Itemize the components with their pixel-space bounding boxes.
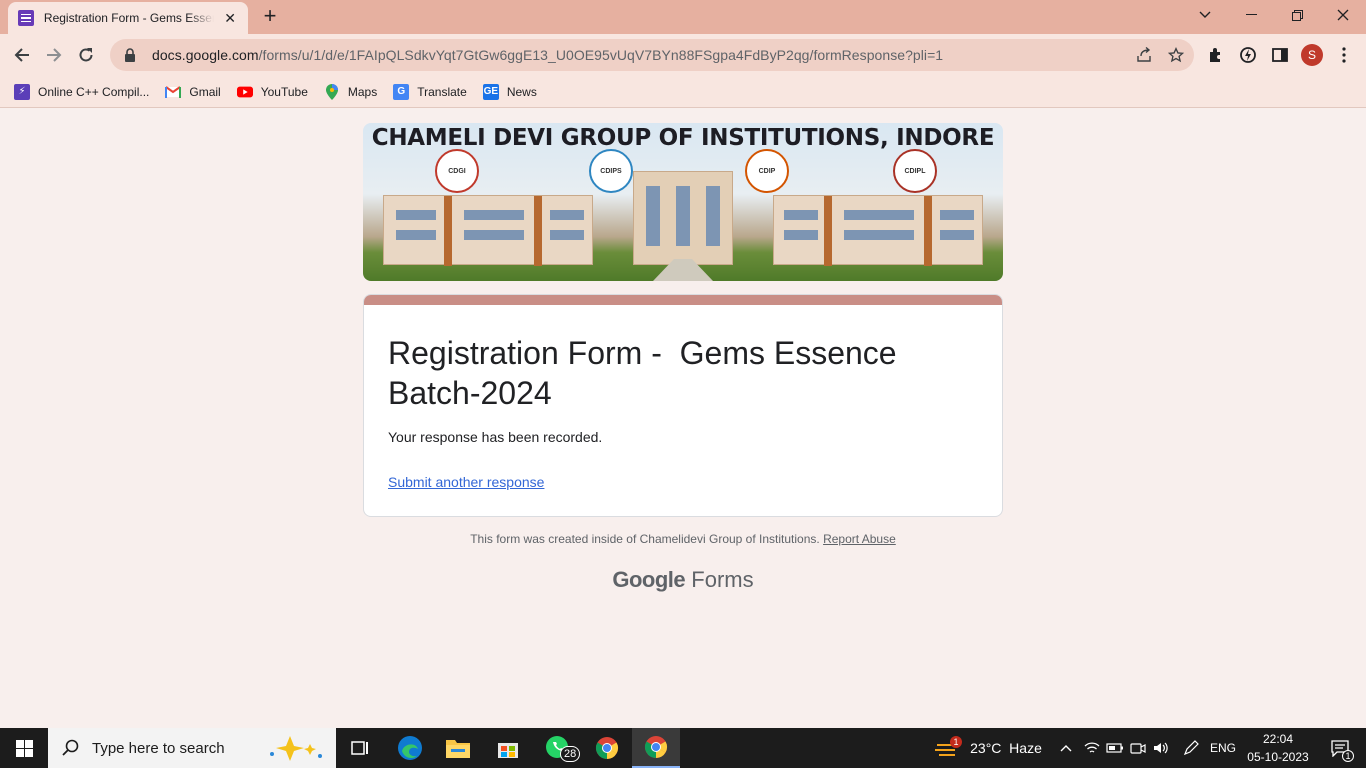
bookmark-translate[interactable]: G Translate <box>393 80 467 104</box>
youtube-icon <box>236 84 253 100</box>
bookmarks-bar: ⚡ Online C++ Compil... Gmail YouTube Map… <box>0 76 1366 108</box>
cdip-logo-icon: CDIP <box>745 149 789 193</box>
file-explorer-icon[interactable] <box>434 728 482 768</box>
footer-text: This form was created inside of Chamelid… <box>470 532 820 546</box>
taskbar-search-box[interactable]: Type here to search <box>48 728 336 768</box>
gmail-icon <box>165 84 182 100</box>
reload-button[interactable] <box>72 41 100 69</box>
bookmark-label: News <box>506 84 537 99</box>
clock-date: 05-10-2023 <box>1247 750 1309 764</box>
chrome-icon[interactable] <box>583 728 631 768</box>
extensions-icon[interactable] <box>1204 43 1228 67</box>
report-abuse-link[interactable]: Report Abuse <box>823 532 896 546</box>
clock-time: 22:04 <box>1262 732 1294 746</box>
url-text[interactable]: docs.google.com/forms/u/1/d/e/1FAIpQLSdk… <box>152 47 943 63</box>
bookmark-news[interactable]: GE News <box>482 80 537 104</box>
banner-title: CHAMELI DEVI GROUP OF INSTITUTIONS, INDO… <box>371 125 995 151</box>
restore-button[interactable] <box>1274 0 1320 30</box>
lock-icon[interactable] <box>122 47 138 63</box>
translate-icon: G <box>393 83 410 100</box>
browser-titlebar: Registration Form - Gems Essence Batch-2… <box>0 0 1366 34</box>
search-highlight-icon <box>266 734 326 762</box>
bookmark-label: Online C++ Compil... <box>38 84 150 99</box>
brand-google: Google <box>612 567 686 592</box>
bookmark-maps[interactable]: Maps <box>324 80 377 104</box>
notifications-icon[interactable]: 1 <box>1320 728 1360 768</box>
url-host: docs.google.com <box>152 47 259 63</box>
notification-badge: 1 <box>1342 750 1354 762</box>
header-banner-image: CDGI CDIPS CDIP CDIPL CHAMELI DEVI GROUP… <box>363 123 1003 281</box>
profile-avatar[interactable]: S <box>1301 44 1323 66</box>
bookmark-label: Translate <box>417 84 467 99</box>
bookmark-label: YouTube <box>260 84 308 99</box>
tab-search-icon[interactable] <box>1182 0 1228 30</box>
url-path: /forms/u/1/d/e/1FAIpQLSdkvYqt7GtGw6ggE13… <box>258 47 944 63</box>
back-button[interactable] <box>8 41 36 69</box>
weather-text[interactable]: 23°C Haze <box>966 728 1046 768</box>
menu-kebab-icon[interactable] <box>1332 43 1356 67</box>
wifi-icon[interactable] <box>1082 728 1102 768</box>
form-title: Registration Form - Gems Essence Batch-2… <box>388 335 906 411</box>
cdips-logo-icon: CDIPS <box>589 149 633 193</box>
windows-logo-icon <box>15 739 33 757</box>
minimize-button[interactable] <box>1228 0 1274 30</box>
bookmark-label: Maps <box>347 84 378 99</box>
brand-forms: Forms <box>691 567 754 592</box>
language-indicator[interactable]: ENG <box>1208 728 1238 768</box>
system-clock[interactable]: 22:04 05-10-2023 <box>1240 730 1316 766</box>
battery-icon[interactable] <box>1105 728 1125 768</box>
share-icon[interactable] <box>1134 45 1154 65</box>
google-forms-logo[interactable]: Google Forms <box>363 567 1003 593</box>
cdipl-logo-icon: CDIPL <box>893 149 937 193</box>
maps-icon <box>324 83 340 100</box>
building-center <box>633 171 733 265</box>
search-icon <box>62 739 80 757</box>
form-footer: This form was created inside of Chamelid… <box>363 532 1003 546</box>
google-forms-icon <box>18 10 34 26</box>
tab-close-icon[interactable]: ✕ <box>222 10 238 27</box>
building-right <box>773 195 983 266</box>
whatsapp-icon[interactable]: 28 <box>534 728 582 768</box>
building-left <box>383 195 593 266</box>
active-tab[interactable]: Registration Form - Gems Essence Batch-2… <box>8 2 248 34</box>
bookmark-star-icon[interactable] <box>1166 45 1186 65</box>
card-accent-bar <box>364 295 1002 305</box>
show-hidden-icons[interactable] <box>1056 728 1076 768</box>
browser-toolbar: docs.google.com/forms/u/1/d/e/1FAIpQLSdk… <box>0 34 1366 76</box>
close-window-button[interactable] <box>1320 0 1366 30</box>
cdgi-logo-icon: CDGI <box>435 149 479 193</box>
tab-title: Registration Form - Gems Essence Batch-2… <box>43 11 214 25</box>
side-panel-icon[interactable] <box>1268 43 1292 67</box>
address-bar[interactable]: docs.google.com/forms/u/1/d/e/1FAIpQLSdk… <box>110 39 1194 71</box>
response-card: Registration Form - Gems Essence Batch-2… <box>363 294 1003 517</box>
performance-icon[interactable] <box>1236 43 1260 67</box>
whatsapp-badge: 28 <box>560 746 581 762</box>
edge-icon[interactable] <box>386 728 434 768</box>
pen-icon[interactable] <box>1180 728 1202 768</box>
volume-icon[interactable] <box>1151 728 1171 768</box>
bookmark-online-cpp[interactable]: ⚡ Online C++ Compil... <box>14 80 149 104</box>
start-button[interactable] <box>0 728 48 768</box>
news-icon: GE <box>482 83 499 100</box>
microsoft-store-icon[interactable] <box>484 728 532 768</box>
new-tab-button[interactable]: + <box>258 5 282 29</box>
weather-icon[interactable]: 1 <box>932 728 962 768</box>
windows-taskbar: Type here to search 28 1 23°C Haze ENG 2… <box>0 728 1366 768</box>
bookmark-youtube[interactable]: YouTube <box>236 80 308 104</box>
bookmark-label: Gmail <box>189 84 221 99</box>
weather-badge: 1 <box>950 736 962 748</box>
task-view-icon[interactable] <box>336 728 384 768</box>
bookmark-gmail[interactable]: Gmail <box>165 80 221 104</box>
chrome-active-icon[interactable] <box>632 728 680 768</box>
compiler-icon: ⚡ <box>14 83 30 100</box>
confirmation-message: Your response has been recorded. <box>388 429 603 445</box>
submit-another-response-link[interactable]: Submit another response <box>388 474 544 490</box>
forward-button[interactable] <box>40 41 68 69</box>
meet-now-icon[interactable] <box>1128 728 1148 768</box>
search-placeholder: Type here to search <box>92 739 225 757</box>
page-content: CDGI CDIPS CDIP CDIPL CHAMELI DEVI GROUP… <box>0 108 1366 728</box>
